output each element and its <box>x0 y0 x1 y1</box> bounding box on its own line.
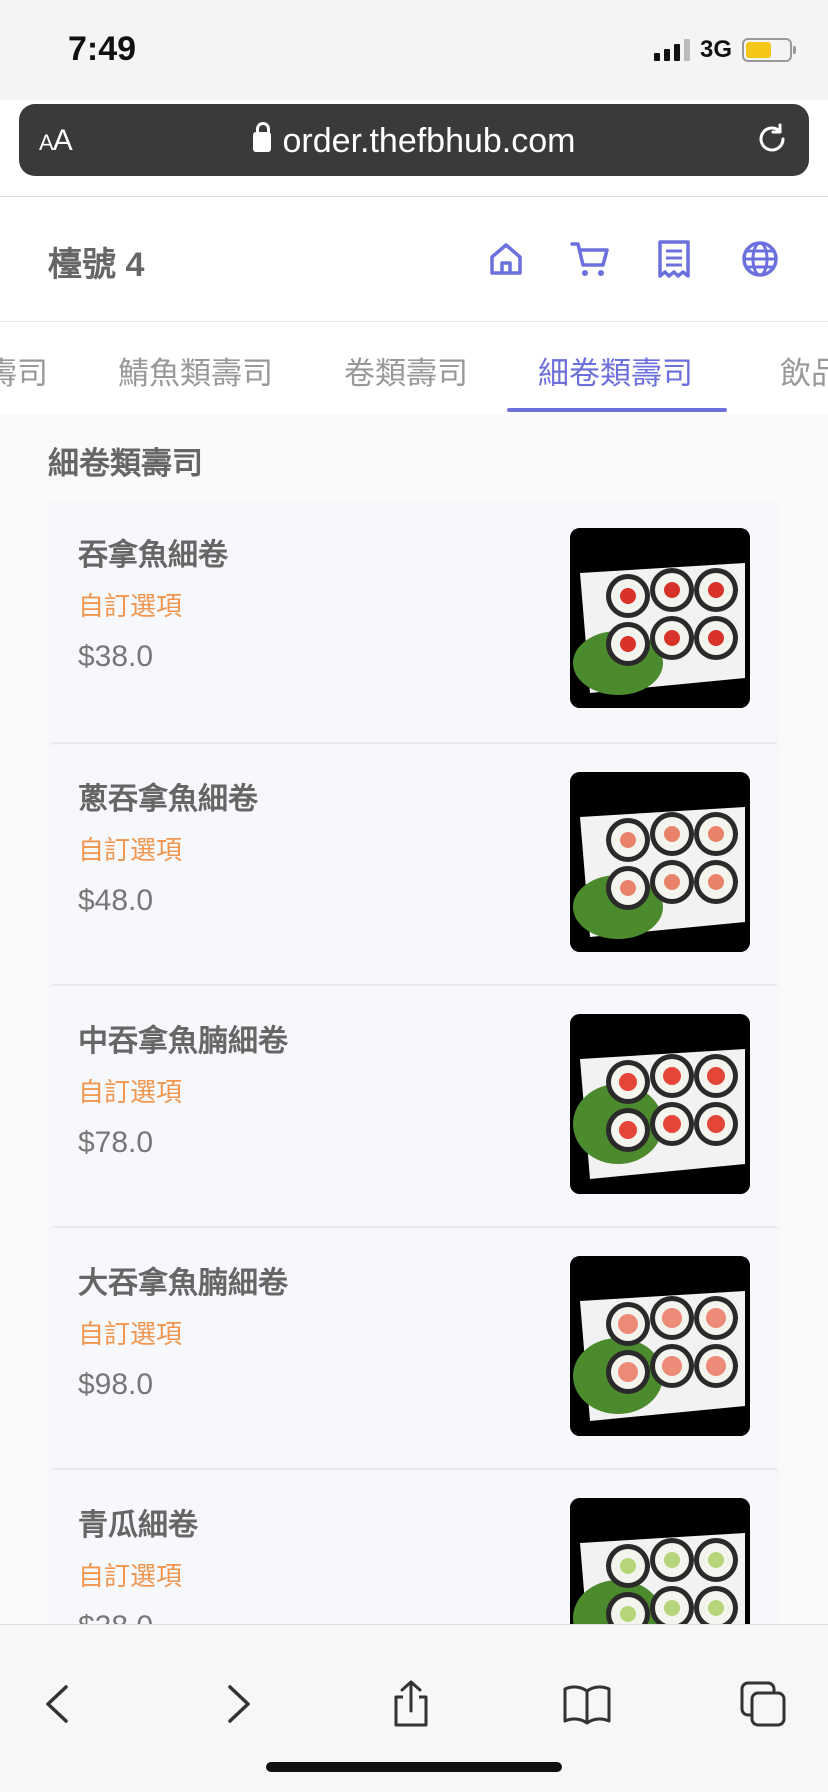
active-tab-indicator <box>507 408 727 412</box>
tabs-icon[interactable] <box>738 1679 788 1729</box>
item-custom-option: 自訂選項 <box>78 1561 183 1591</box>
category-tabs: 壽司 鯖魚類壽司 卷類壽司 細卷類壽司 飲品 <box>0 322 828 414</box>
status-indicators: 3G <box>653 36 796 64</box>
item-price: $28.0 <box>78 1610 153 1624</box>
app-header: 檯號 4 <box>0 196 828 322</box>
item-name: 吞拿魚細卷 <box>78 539 228 572</box>
menu-item[interactable]: 青瓜細卷 自訂選項 $28.0 <box>48 1468 780 1624</box>
item-custom-option: 自訂選項 <box>78 1319 183 1349</box>
table-number: 檯號 4 <box>48 246 145 284</box>
signal-icon <box>653 39 690 61</box>
sushi-roll-image <box>570 1256 750 1436</box>
share-icon[interactable] <box>386 1679 436 1729</box>
lock-icon <box>252 122 271 152</box>
tab-thin-roll-sushi[interactable]: 細卷類壽司 <box>538 348 693 393</box>
battery-icon <box>742 38 796 62</box>
menu-item[interactable]: 中吞拿魚腩細卷 自訂選項 $78.0 <box>48 984 780 1226</box>
item-name: 青瓜細卷 <box>78 1509 198 1542</box>
menu-item[interactable]: 大吞拿魚腩細卷 自訂選項 $98.0 <box>48 1226 780 1468</box>
url-field[interactable]: order.thefbhub.com <box>19 122 809 161</box>
url-text: order.thefbhub.com <box>282 122 576 160</box>
item-name: 中吞拿魚腩細卷 <box>78 1025 288 1058</box>
item-price: $78.0 <box>78 1126 154 1159</box>
item-price: $48.0 <box>78 884 154 917</box>
sushi-roll-image <box>570 1498 750 1624</box>
cart-icon[interactable] <box>570 239 610 279</box>
home-indicator <box>266 1762 562 1772</box>
address-bar[interactable]: AA order.thefbhub.com <box>19 104 809 176</box>
menu-item[interactable]: 吞拿魚細卷 自訂選項 $38.0 <box>48 500 780 742</box>
section-title: 細卷類壽司 <box>48 446 203 481</box>
tab-sushi[interactable]: 壽司 <box>0 348 48 393</box>
bookmarks-icon[interactable] <box>562 1679 612 1729</box>
receipt-icon[interactable] <box>654 239 694 279</box>
status-bar: 7:49 3G <box>0 0 828 100</box>
item-name: 蔥吞拿魚細卷 <box>78 783 258 816</box>
menu-list: 吞拿魚細卷 自訂選項 $38.0 蔥吞拿魚細卷 自訂選項 $48.0 中吞拿魚腩… <box>48 500 780 1624</box>
item-custom-option: 自訂選項 <box>78 591 183 621</box>
reload-icon[interactable] <box>755 122 789 156</box>
globe-icon[interactable] <box>740 239 780 279</box>
tab-roll-sushi[interactable]: 卷類壽司 <box>344 348 468 393</box>
network-type: 3G <box>699 36 732 63</box>
sushi-roll-image <box>570 772 750 952</box>
sushi-roll-image <box>570 1014 750 1194</box>
tab-mackerel-sushi[interactable]: 鯖魚類壽司 <box>118 348 273 393</box>
item-price: $38.0 <box>78 640 154 673</box>
back-icon[interactable] <box>34 1679 84 1729</box>
item-custom-option: 自訂選項 <box>78 1077 183 1107</box>
item-price: $98.0 <box>78 1368 154 1401</box>
sushi-roll-image <box>570 528 750 708</box>
menu-section: 細卷類壽司 吞拿魚細卷 自訂選項 $38.0 蔥吞拿魚細卷 自訂選項 $48.0 <box>0 414 828 1624</box>
forward-icon[interactable] <box>212 1679 262 1729</box>
item-custom-option: 自訂選項 <box>78 835 183 865</box>
tab-drinks[interactable]: 飲品 <box>780 348 828 393</box>
item-name: 大吞拿魚腩細卷 <box>78 1267 288 1300</box>
home-icon[interactable] <box>486 239 526 279</box>
menu-item[interactable]: 蔥吞拿魚細卷 自訂選項 $48.0 <box>48 742 780 984</box>
status-time: 7:49 <box>68 30 137 68</box>
